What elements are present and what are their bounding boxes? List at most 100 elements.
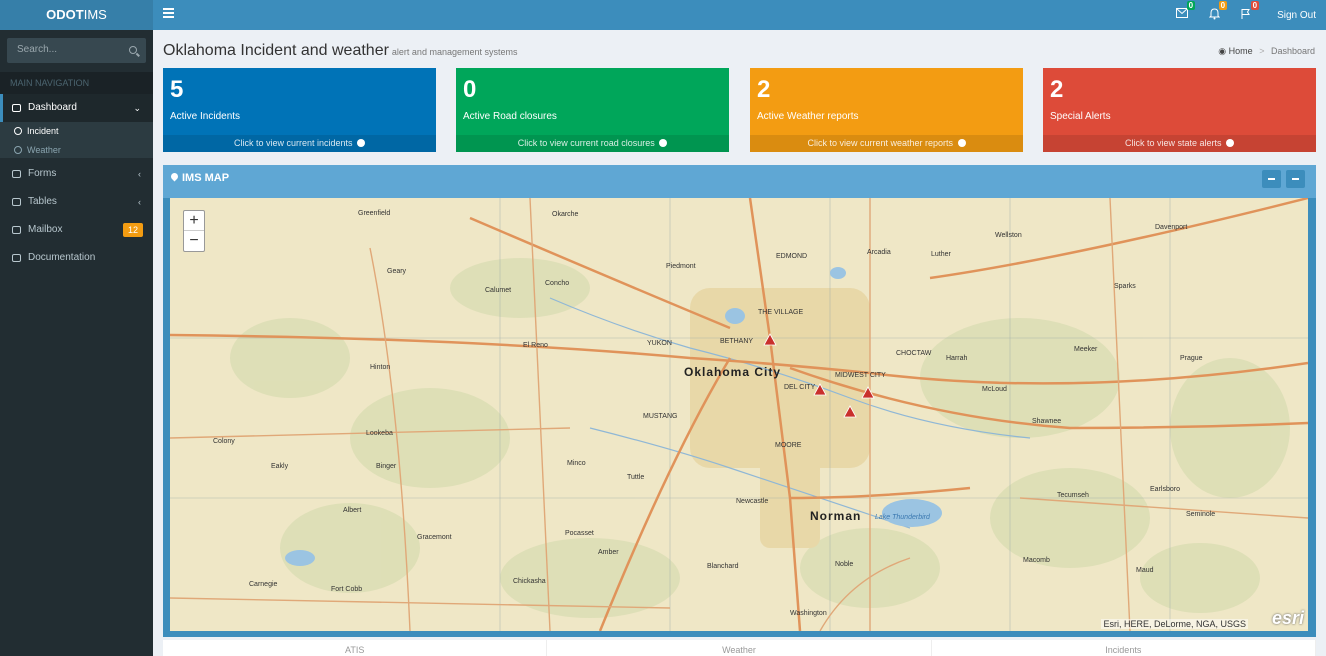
map-label-tecumseh: Tecumseh	[1057, 492, 1089, 499]
map-label-tuttle: Tuttle	[627, 474, 645, 481]
map-label-prague: Prague	[1180, 355, 1203, 362]
map-label-sparks: Sparks	[1114, 283, 1136, 290]
sidebar-item-documentation[interactable]: Documentation	[0, 244, 153, 272]
map-label-greenfield: Greenfield	[358, 210, 391, 217]
sidebar-item-weather[interactable]: Weather	[14, 141, 61, 159]
table-icon	[12, 198, 21, 206]
envelope-icon[interactable]: 0	[1175, 1, 1196, 22]
map-label-davenport: Davenport	[1155, 224, 1188, 231]
map-label-earlsboro: Earlsboro	[1150, 486, 1180, 493]
map-panel-header: IMS MAP	[163, 165, 1316, 198]
weather-reports-card: 2 Active Weather reports Click to view c…	[750, 68, 1023, 152]
flag-icon[interactable]: 0	[1239, 1, 1260, 22]
card-value: 2	[757, 76, 771, 103]
map-label-seminole: Seminole	[1186, 511, 1216, 518]
card-label: Active Weather reports	[757, 111, 859, 122]
circle-icon	[14, 127, 22, 135]
map-canvas[interactable]: Oklahoma City Norman EDMOND YUKON MUSTAN…	[170, 198, 1308, 631]
zoom-in-button[interactable]: +	[184, 211, 204, 231]
page-subtitle: alert and management systems	[391, 47, 518, 57]
map-label-concho: Concho	[545, 280, 570, 287]
tab-incidents[interactable]: Incidents	[932, 640, 1316, 656]
sidebar-item-mailbox[interactable]: Mailbox 12	[0, 216, 153, 244]
dashboard-icon	[12, 104, 21, 112]
tab-atis[interactable]: ATIS	[163, 640, 548, 656]
map-label-bethany: BETHANY	[720, 338, 754, 345]
map-zoom-control: + −	[183, 210, 205, 252]
map-label-choctaw: CHOCTAW	[896, 350, 932, 357]
view-road-closures-link[interactable]: Click to view current road closures	[456, 135, 729, 152]
card-label: Special Alerts	[1050, 111, 1111, 122]
bottom-tabs: ATIS Weather Incidents	[163, 640, 1316, 656]
bell-icon[interactable]: 0	[1207, 1, 1228, 22]
collapse-button[interactable]	[1262, 170, 1281, 188]
sidebar-item-forms[interactable]: Forms ‹	[0, 160, 153, 188]
app-logo[interactable]: ODOTIMS	[0, 0, 153, 30]
map-label-hinton: Hinton	[370, 364, 391, 371]
incidents-card: 5 Active Incidents Click to view current…	[163, 68, 436, 152]
map-label-wellston: Wellston	[995, 232, 1022, 239]
map-label-moore: MOORE	[775, 442, 802, 449]
top-navbar: 0 0 0 Sign Out	[153, 0, 1326, 30]
card-label: Active Incidents	[170, 111, 241, 122]
notifications-count-badge: 0	[1218, 1, 1228, 10]
minimize-button[interactable]	[1286, 170, 1305, 188]
tab-weather[interactable]: Weather	[547, 640, 932, 656]
hamburger-icon[interactable]	[163, 8, 174, 18]
map-label-edmond: EDMOND	[776, 253, 808, 260]
map-label-okc: Oklahoma City	[684, 365, 782, 379]
search-input[interactable]: Search...	[17, 44, 57, 55]
special-alerts-card: 2 Special Alerts Click to view state ale…	[1043, 68, 1316, 152]
map-label-carnegie: Carnegie	[249, 581, 278, 588]
card-value: 0	[463, 76, 477, 103]
circle-icon	[14, 146, 22, 154]
map-label-el-reno: El Reno	[523, 342, 548, 349]
messages-count-badge: 0	[1186, 1, 1196, 10]
breadcrumb-home[interactable]: Home	[1229, 46, 1253, 56]
sidebar-item-incident[interactable]: Incident	[14, 122, 59, 140]
map-label-piedmont: Piedmont	[666, 263, 696, 270]
view-weather-reports-link[interactable]: Click to view current weather reports	[750, 135, 1023, 152]
search-icon[interactable]	[129, 46, 137, 54]
view-incidents-link[interactable]: Click to view current incidents	[163, 135, 436, 152]
map-label-washington: Washington	[790, 610, 827, 617]
map-label-luther: Luther	[931, 251, 951, 258]
map-label-calumet: Calumet	[485, 287, 512, 294]
map-label-geary: Geary	[387, 268, 407, 275]
chevron-left-icon: ‹	[138, 197, 141, 207]
zoom-out-button[interactable]: −	[184, 231, 204, 251]
map-label-okarche: Okarche	[552, 211, 579, 218]
map-label-maud: Maud	[1136, 567, 1154, 574]
map-label-fort-cobb: Fort Cobb	[331, 586, 363, 593]
map-attribution: Esri, HERE, DeLorme, NGA, USGS	[1101, 619, 1248, 629]
tasks-count-badge: 0	[1250, 1, 1260, 10]
map-label-meeker: Meeker	[1074, 346, 1098, 353]
card-value: 2	[1050, 76, 1064, 103]
dashboard-icon: ◉	[1218, 46, 1227, 56]
breadcrumb-current: Dashboard	[1270, 46, 1315, 56]
map-label-colony: Colony	[213, 438, 235, 445]
dashboard-submenu: Incident Weather	[0, 122, 153, 158]
card-label: Active Road closures	[463, 111, 557, 122]
sidebar-item-tables[interactable]: Tables ‹	[0, 188, 153, 216]
map-label-mustang: MUSTANG	[643, 413, 678, 420]
map-label-lookeba: Lookeba	[366, 430, 393, 437]
map-panel: IMS MAP Oklahoma City Norman EDMOND YUKO…	[163, 165, 1316, 637]
map-label-midwest-city: MIDWEST CITY	[835, 372, 886, 379]
map-label-harrah: Harrah	[946, 355, 968, 362]
map-label-gracemont: Gracemont	[417, 534, 452, 541]
map-label-amber: Amber	[598, 549, 619, 556]
map-label-norman: Norman	[810, 509, 862, 523]
map-label-yukon: YUKON	[647, 340, 672, 347]
chevron-down-icon: ⌄	[133, 103, 141, 113]
map-label-albert: Albert	[343, 507, 362, 514]
arrow-circle-right-icon	[659, 139, 668, 147]
sidebar-item-dashboard[interactable]: Dashboard ⌄	[0, 94, 153, 122]
view-state-alerts-link[interactable]: Click to view state alerts	[1043, 135, 1316, 152]
arrow-circle-right-icon	[1226, 139, 1235, 147]
sidebar-search[interactable]: Search...	[7, 38, 146, 63]
sign-out-link[interactable]: Sign Out	[1277, 10, 1316, 21]
chevron-left-icon: ‹	[138, 169, 141, 179]
edit-icon	[12, 170, 21, 178]
breadcrumb: ◉ Home > Dashboard	[1218, 46, 1315, 56]
